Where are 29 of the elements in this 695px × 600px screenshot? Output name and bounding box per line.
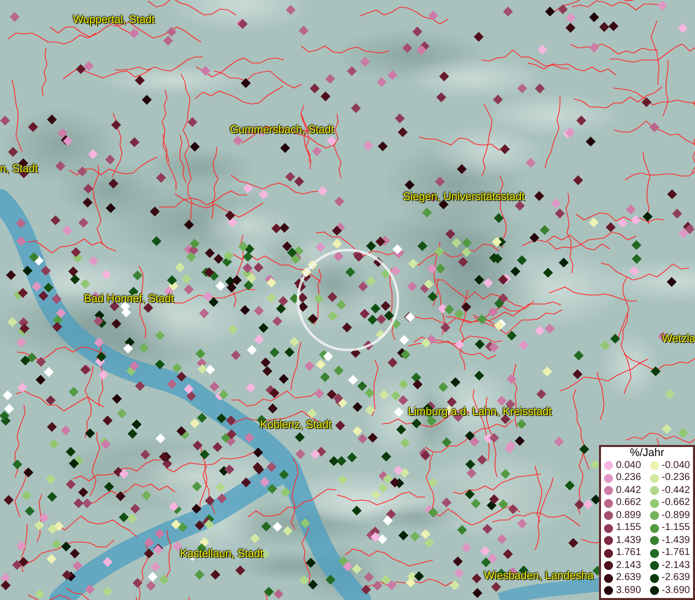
legend-value: 2.639 (616, 572, 642, 584)
legend-value: -0.662 (662, 497, 690, 510)
legend-value: -0.899 (662, 510, 690, 522)
legend-value: -0.040 (662, 460, 690, 472)
legend-value: 0.442 (616, 484, 642, 497)
legend-value: 1.155 (616, 522, 642, 534)
legend-value: 0.040 (616, 460, 642, 472)
legend-title: %/Jahr (628, 446, 666, 460)
legend-value: -2.143 (662, 560, 690, 572)
legend-value: -1.155 (662, 522, 690, 534)
legend-value: 2.143 (616, 560, 642, 572)
legend-value: -2.639 (662, 572, 690, 584)
legend-value: -0.236 (662, 472, 690, 484)
legend-value: 0.899 (616, 510, 642, 522)
legend-value: 0.662 (616, 497, 642, 510)
place-label: Kastellaun, Stadt (180, 548, 264, 561)
place-label: Wiesbaden, Landesha (484, 570, 594, 583)
place-label: Koblenz, Stadt (260, 419, 332, 432)
legend-value: 1.439 (616, 534, 642, 547)
legend-value: 3.690 (616, 584, 642, 597)
legend-value: -3.690 (662, 584, 690, 597)
place-label: Wetzla (662, 333, 695, 346)
legend-value: -1.761 (662, 547, 690, 560)
legend-value: -0.442 (662, 484, 690, 497)
place-label: Wuppertal, Stadt (73, 14, 155, 27)
legend-value: 1.761 (616, 547, 642, 560)
legend-value: -1.439 (662, 534, 690, 547)
map-drawing[interactable] (0, 0, 695, 600)
legend-value: 0.236 (616, 472, 642, 484)
